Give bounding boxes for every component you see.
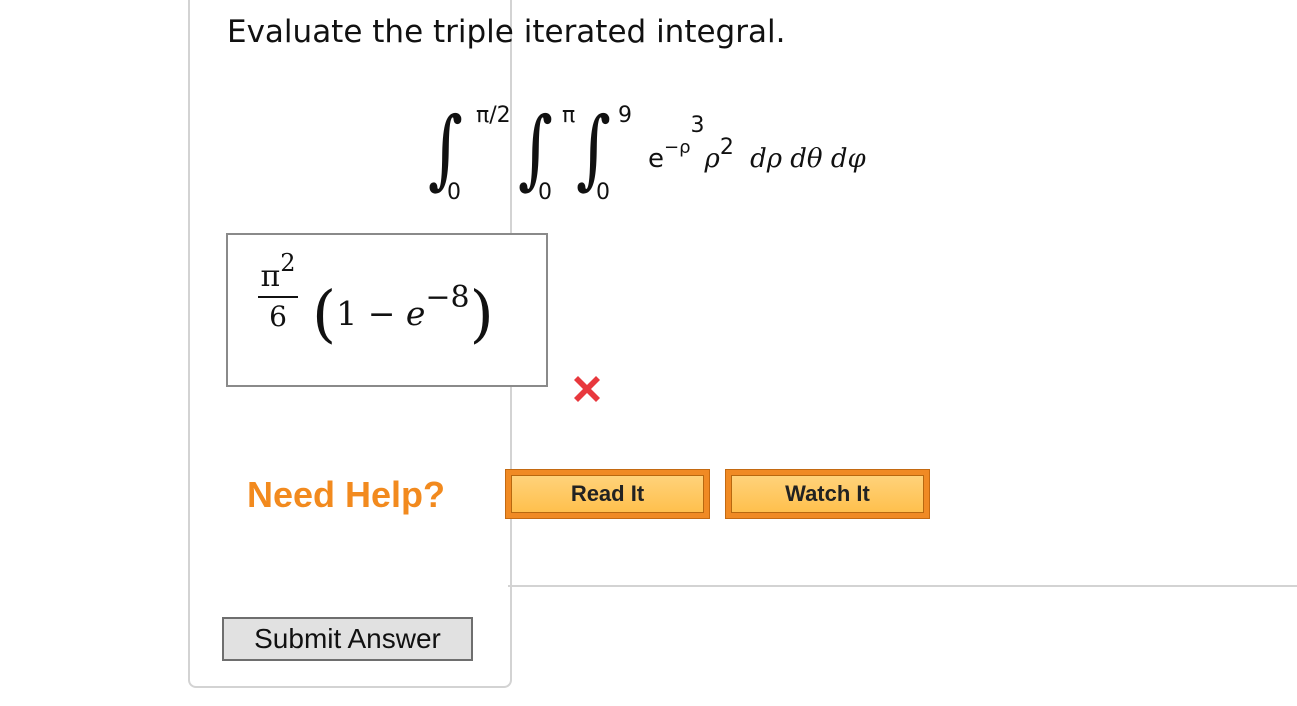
submit-answer-button[interactable]: Submit Answer — [222, 617, 473, 661]
middle-upper-limit: π — [562, 103, 576, 128]
outer-upper-limit: π/2 — [476, 103, 511, 128]
fraction-denominator: 6 — [269, 300, 287, 333]
fraction-bar — [258, 296, 298, 298]
middle-lower-limit: 0 — [538, 180, 552, 205]
answer-e: e — [405, 294, 426, 333]
answer-e-power: −8 — [425, 280, 470, 315]
integrand-rho-power: 2 — [719, 135, 734, 160]
inner-lower-limit: 0 — [596, 180, 610, 205]
read-it-button[interactable]: Read It — [505, 469, 710, 519]
fraction-numerator: π2 — [258, 249, 298, 294]
outer-lower-limit: 0 — [447, 180, 461, 205]
question-prompt: Evaluate the triple iterated integral. — [227, 14, 786, 50]
incorrect-x-icon — [574, 376, 600, 402]
integrand-e: e — [648, 144, 664, 174]
answer-minus: − — [367, 294, 396, 333]
close-paren: ) — [469, 277, 494, 350]
answer-input-box[interactable]: π2 6 (1 − e−8) — [226, 233, 548, 387]
watch-it-label: Watch It — [731, 475, 924, 513]
watch-it-button[interactable]: Watch It — [725, 469, 930, 519]
integrand-exp-power: 3 — [690, 113, 705, 138]
answer-paren-expression: (1 − e−8) — [312, 267, 494, 350]
answer-one: 1 — [336, 294, 358, 333]
integrand-exponent: −ρ 3 — [664, 113, 705, 158]
divider-line — [508, 585, 1297, 587]
answer-fraction: π2 6 — [258, 249, 298, 333]
numerator-pi: π — [260, 259, 281, 294]
read-it-label: Read It — [511, 475, 704, 513]
need-help-label: Need Help? — [247, 474, 446, 515]
integrand-differentials: dρ dθ dφ — [750, 144, 866, 174]
integrand-rho: ρ — [704, 144, 720, 174]
open-paren: ( — [312, 277, 337, 350]
integrand: e−ρ 3 ρ2 dρ dθ dφ — [648, 113, 866, 174]
inner-upper-limit: 9 — [618, 103, 632, 128]
integrand-exp-sign: −ρ — [664, 137, 691, 158]
numerator-power: 2 — [280, 249, 296, 277]
